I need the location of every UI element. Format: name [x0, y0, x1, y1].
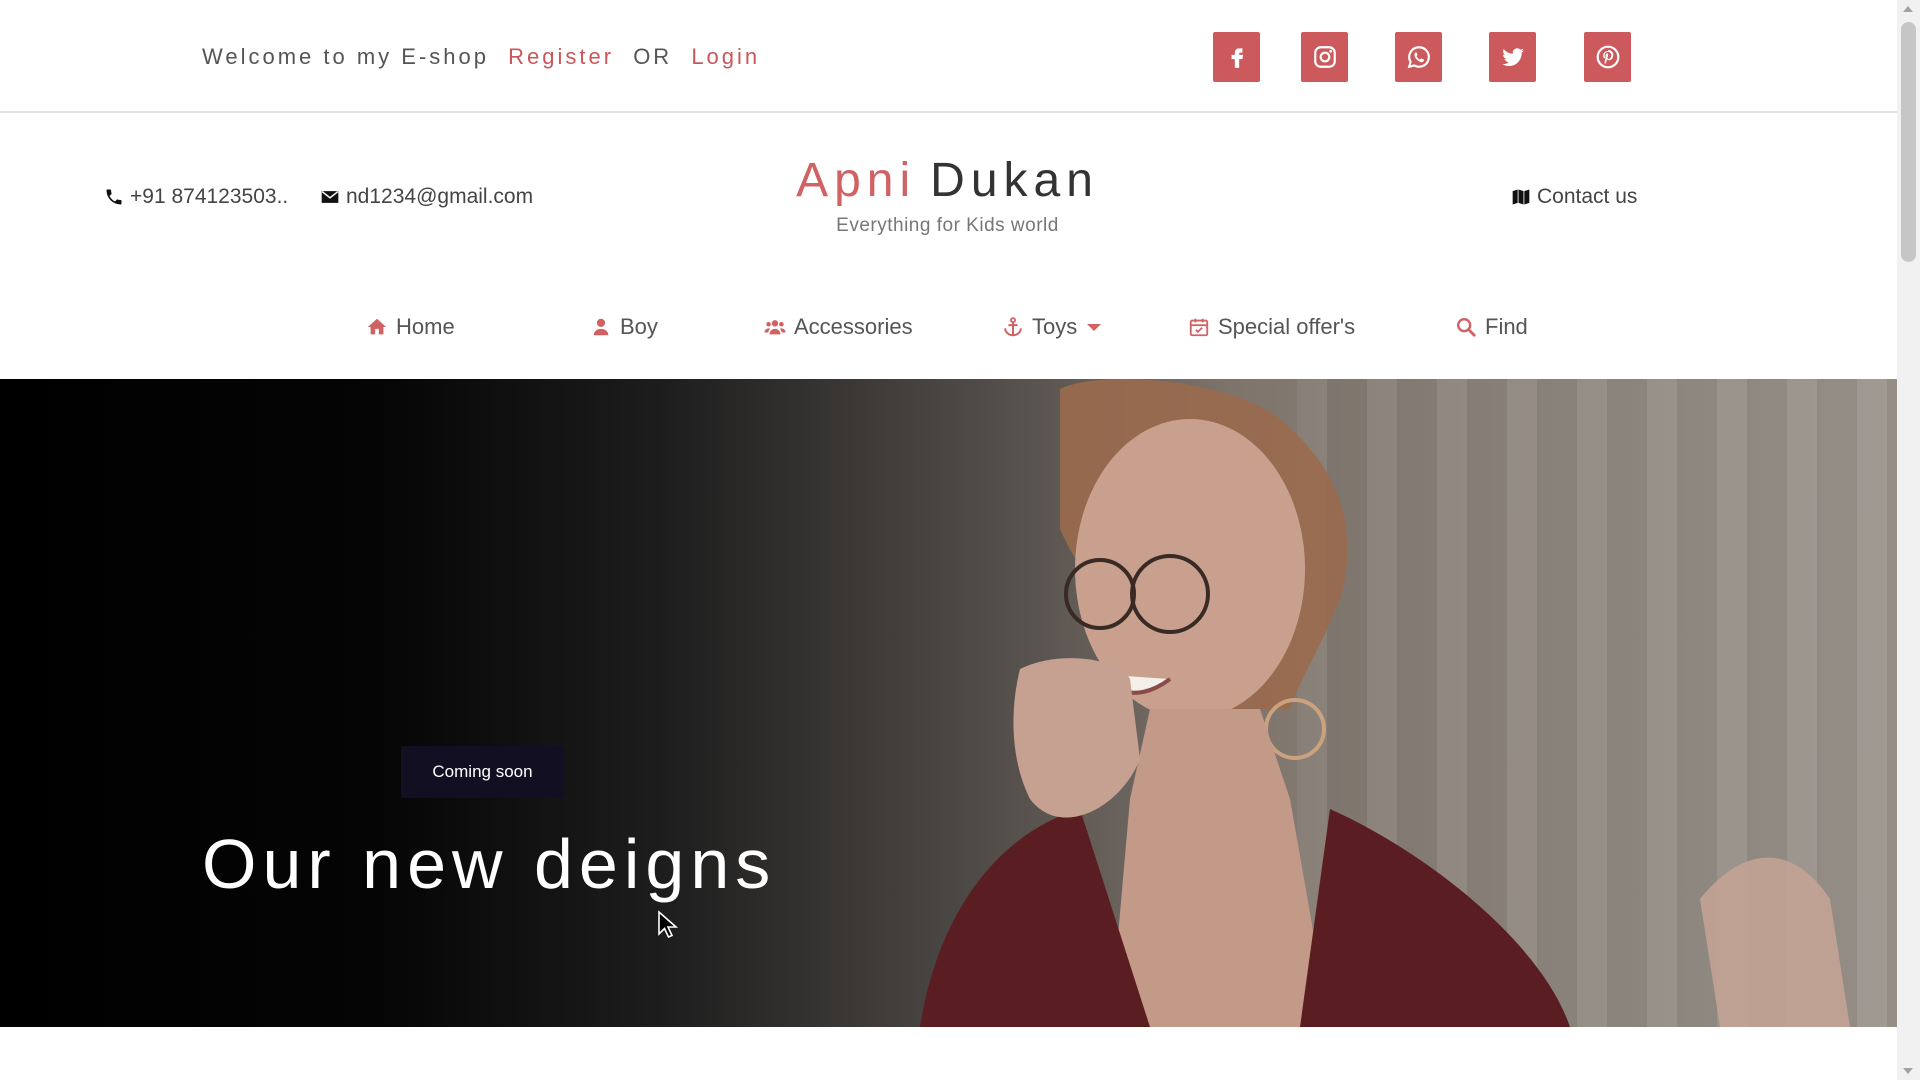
hero-photo-woman	[920, 379, 1850, 1027]
pinterest-icon	[1596, 45, 1619, 69]
welcome-line: Welcome to my E-shop Register OR Login	[202, 44, 770, 70]
calendar-icon	[1189, 318, 1209, 337]
search-icon	[1457, 318, 1476, 337]
welcome-text: Welcome to my E-shop	[202, 44, 490, 69]
or-text: OR	[633, 44, 673, 69]
brand-name-part2: Dukan	[930, 154, 1099, 207]
whatsapp-icon	[1407, 46, 1430, 69]
login-link[interactable]: Login	[691, 44, 760, 70]
scroll-down-icon[interactable]	[1903, 1068, 1913, 1074]
home-icon	[367, 318, 387, 335]
nav-item-label: Accessories	[794, 314, 913, 339]
contact-us-link[interactable]: Contact us	[1511, 185, 1637, 209]
page-scrollbar[interactable]	[1897, 0, 1920, 1080]
scrollbar-thumb[interactable]	[1901, 22, 1916, 262]
nav-item-label: Special offer's	[1218, 314, 1356, 339]
phone-number: +91 874123503..	[130, 185, 289, 208]
phone-icon	[106, 189, 122, 205]
user-icon	[593, 318, 609, 336]
hero-banner[interactable]: Coming soon Our new deigns	[0, 379, 1897, 1027]
nav-item-label: Home	[396, 314, 455, 339]
nav-item-special-offers[interactable]: Special offer's	[1188, 314, 1355, 340]
nav-item-label: Find	[1485, 314, 1528, 339]
contact-us-label: Contact us	[1537, 185, 1638, 208]
users-icon	[764, 320, 786, 335]
nav-item-label: Toys	[1032, 314, 1078, 339]
twitter-icon	[1501, 48, 1524, 66]
brand-name: Apni Dukan	[790, 153, 1105, 209]
mouse-cursor-icon	[658, 910, 679, 939]
register-link[interactable]: Register	[508, 44, 614, 70]
phone-info[interactable]: +91 874123503..	[104, 185, 288, 209]
scroll-up-icon[interactable]	[1903, 6, 1913, 12]
hero-title: Our new deigns	[202, 825, 777, 903]
twitter-link[interactable]	[1489, 32, 1536, 82]
brand-name-part1: Apni	[796, 154, 917, 207]
nav-item-toys[interactable]: Toys	[1002, 314, 1102, 340]
brand-tagline: Everything for Kids world	[836, 215, 1059, 236]
top-bar: Welcome to my E-shop Register OR Login	[0, 0, 1897, 113]
facebook-link[interactable]	[1213, 32, 1260, 82]
instagram-link[interactable]	[1301, 32, 1348, 82]
anchor-icon	[1004, 317, 1022, 337]
envelope-icon	[321, 190, 339, 203]
whatsapp-link[interactable]	[1395, 32, 1442, 82]
brand-logo[interactable]: Apni Dukan Everything for Kids world	[790, 153, 1105, 237]
pinterest-link[interactable]	[1584, 32, 1631, 82]
email-address: nd1234@gmail.com	[346, 185, 534, 208]
nav-item-accessories[interactable]: Accessories	[764, 314, 913, 340]
facebook-icon	[1231, 48, 1243, 68]
map-icon	[1512, 189, 1530, 205]
instagram-icon	[1313, 46, 1336, 68]
chevron-down-icon	[1087, 323, 1102, 331]
email-info[interactable]: nd1234@gmail.com	[320, 185, 533, 209]
coming-soon-badge: Coming soon	[401, 746, 564, 798]
nav-item-label: Boy	[620, 314, 658, 339]
main-nav: Home Boy Accessories Toys Special offer'…	[0, 314, 1897, 344]
nav-item-boy[interactable]: Boy	[590, 314, 658, 340]
nav-item-find[interactable]: Find	[1455, 314, 1528, 340]
nav-item-home[interactable]: Home	[366, 314, 455, 340]
